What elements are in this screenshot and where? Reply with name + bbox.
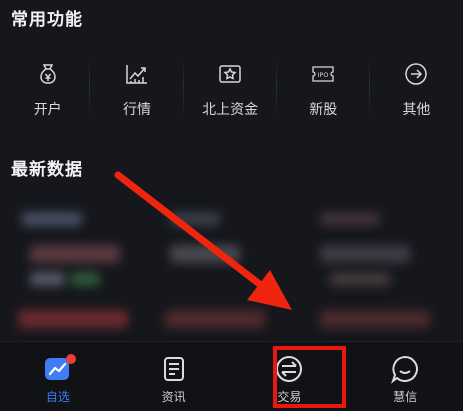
function-row: 开户 行情 北上资金 IPO 新股 其他	[0, 55, 463, 125]
function-northbound-funds[interactable]: 北上资金	[184, 55, 277, 125]
section-title-common: 常用功能	[11, 10, 83, 30]
trend-chart-icon	[126, 65, 147, 84]
function-open-account[interactable]: 开户	[5, 55, 91, 125]
function-new-stocks[interactable]: IPO 新股	[277, 55, 370, 125]
function-label: 其他	[402, 102, 431, 118]
bottom-tab-bar: 自选 资讯 交易 慧信	[0, 341, 463, 411]
arrow-right-circle-icon	[405, 63, 428, 85]
tab-huixin[interactable]: 慧信	[347, 342, 463, 411]
annotation-highlight-box	[273, 346, 346, 408]
notification-badge	[66, 354, 76, 364]
chat-bubble-icon	[391, 355, 419, 384]
function-label: 开户	[33, 102, 62, 118]
function-label: 行情	[122, 102, 151, 118]
section-title-latest: 最新数据	[11, 160, 83, 180]
ipo-ticket-icon: IPO	[312, 66, 334, 82]
function-other[interactable]: 其他	[370, 55, 463, 125]
svg-text:IPO: IPO	[318, 71, 329, 79]
function-market[interactable]: 行情	[90, 55, 184, 125]
function-label: 北上资金	[202, 102, 259, 118]
tab-label: 自选	[45, 390, 70, 404]
function-label: 新股	[309, 102, 338, 118]
blurred-data-cards	[0, 190, 463, 340]
news-doc-icon	[163, 357, 184, 381]
bank-card-icon	[219, 65, 241, 83]
money-bag-icon	[39, 64, 56, 84]
tab-news[interactable]: 资讯	[116, 342, 232, 411]
tab-label: 资讯	[161, 390, 186, 404]
tab-label: 慧信	[393, 390, 418, 404]
tab-watchlist[interactable]: 自选	[0, 342, 116, 411]
